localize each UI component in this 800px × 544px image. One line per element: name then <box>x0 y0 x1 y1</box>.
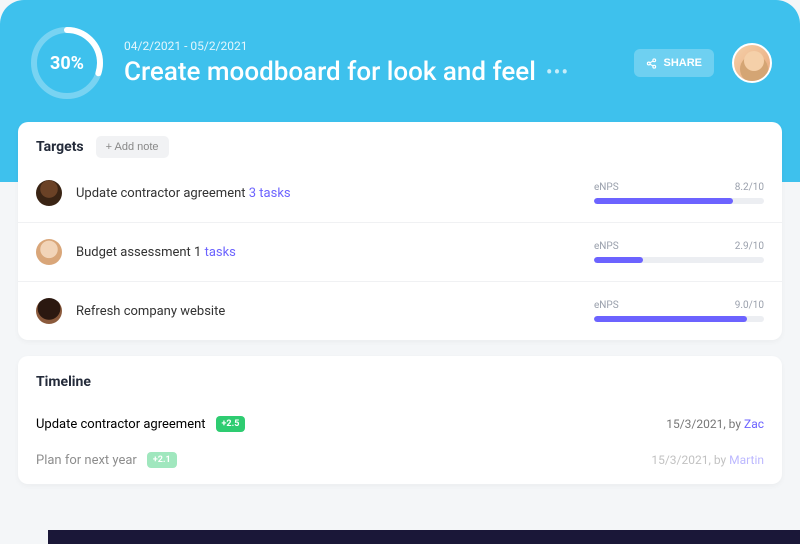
target-label: Refresh company website <box>76 304 580 319</box>
metric-score: 8.2/10 <box>735 182 764 193</box>
page-title: Create moodboard for look and feel <box>124 57 536 87</box>
assignee-avatar <box>36 239 62 265</box>
metric-name: eNPS <box>594 182 619 193</box>
metric-name: eNPS <box>594 241 619 252</box>
add-note-button[interactable]: + Add note <box>96 136 169 158</box>
target-row[interactable]: Update contractor agreement 3 tasks eNPS… <box>18 164 782 223</box>
timeline-meta: 15/3/2021, by Martin <box>651 453 764 467</box>
author-link[interactable]: Martin <box>729 453 764 467</box>
bottom-bar <box>48 530 800 544</box>
timeline-title: Timeline <box>36 374 764 390</box>
timeline-item-label: Plan for next year <box>36 453 137 468</box>
share-icon <box>646 58 657 69</box>
target-label: Update contractor agreement 3 tasks <box>76 186 580 201</box>
delta-badge: +2.1 <box>147 452 177 468</box>
metric-name: eNPS <box>594 300 619 311</box>
metric-score: 2.9/10 <box>735 241 764 252</box>
metric-meter: eNPS 2.9/10 <box>594 241 764 263</box>
more-menu-icon[interactable]: ••• <box>546 60 569 84</box>
target-row[interactable]: Budget assessment 1 tasks eNPS 2.9/10 <box>18 223 782 282</box>
timeline-row[interactable]: Plan for next year +2.1 15/3/2021, by Ma… <box>36 442 764 478</box>
metric-meter: eNPS 8.2/10 <box>594 182 764 204</box>
metric-meter: eNPS 9.0/10 <box>594 300 764 322</box>
tasks-link[interactable]: tasks <box>205 245 236 260</box>
assignee-avatar <box>36 298 62 324</box>
share-button[interactable]: SHARE <box>634 49 714 77</box>
timeline-row[interactable]: Update contractor agreement +2.5 15/3/20… <box>36 406 764 442</box>
timeline-meta: 15/3/2021, by Zac <box>666 417 764 431</box>
progress-ring: 30% <box>28 24 106 102</box>
metric-score: 9.0/10 <box>735 300 764 311</box>
author-link[interactable]: Zac <box>744 417 764 431</box>
targets-card: Targets + Add note Update contractor agr… <box>18 122 782 340</box>
tasks-link[interactable]: 3 tasks <box>249 186 291 201</box>
delta-badge: +2.5 <box>216 416 246 432</box>
user-avatar[interactable] <box>732 43 772 83</box>
target-label: Budget assessment 1 tasks <box>76 245 580 260</box>
targets-title: Targets <box>36 139 84 155</box>
share-label: SHARE <box>663 57 702 69</box>
target-row[interactable]: Refresh company website eNPS 9.0/10 <box>18 282 782 340</box>
timeline-item-label: Update contractor agreement <box>36 417 206 432</box>
assignee-avatar <box>36 180 62 206</box>
date-range: 04/2/2021 - 05/2/2021 <box>124 39 616 53</box>
timeline-card: Timeline Update contractor agreement +2.… <box>18 356 782 484</box>
progress-percent: 30% <box>28 24 106 102</box>
